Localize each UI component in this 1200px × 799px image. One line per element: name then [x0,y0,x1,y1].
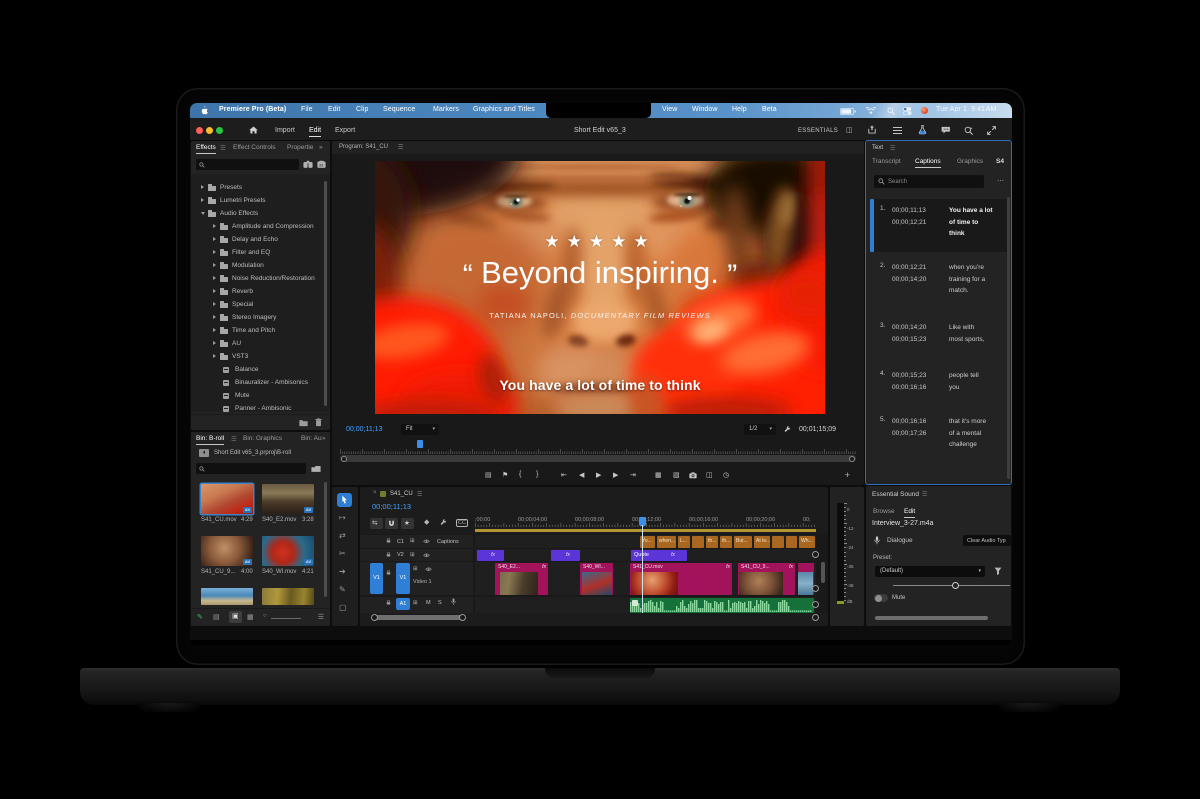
svg-text:33: 33 [319,163,323,167]
